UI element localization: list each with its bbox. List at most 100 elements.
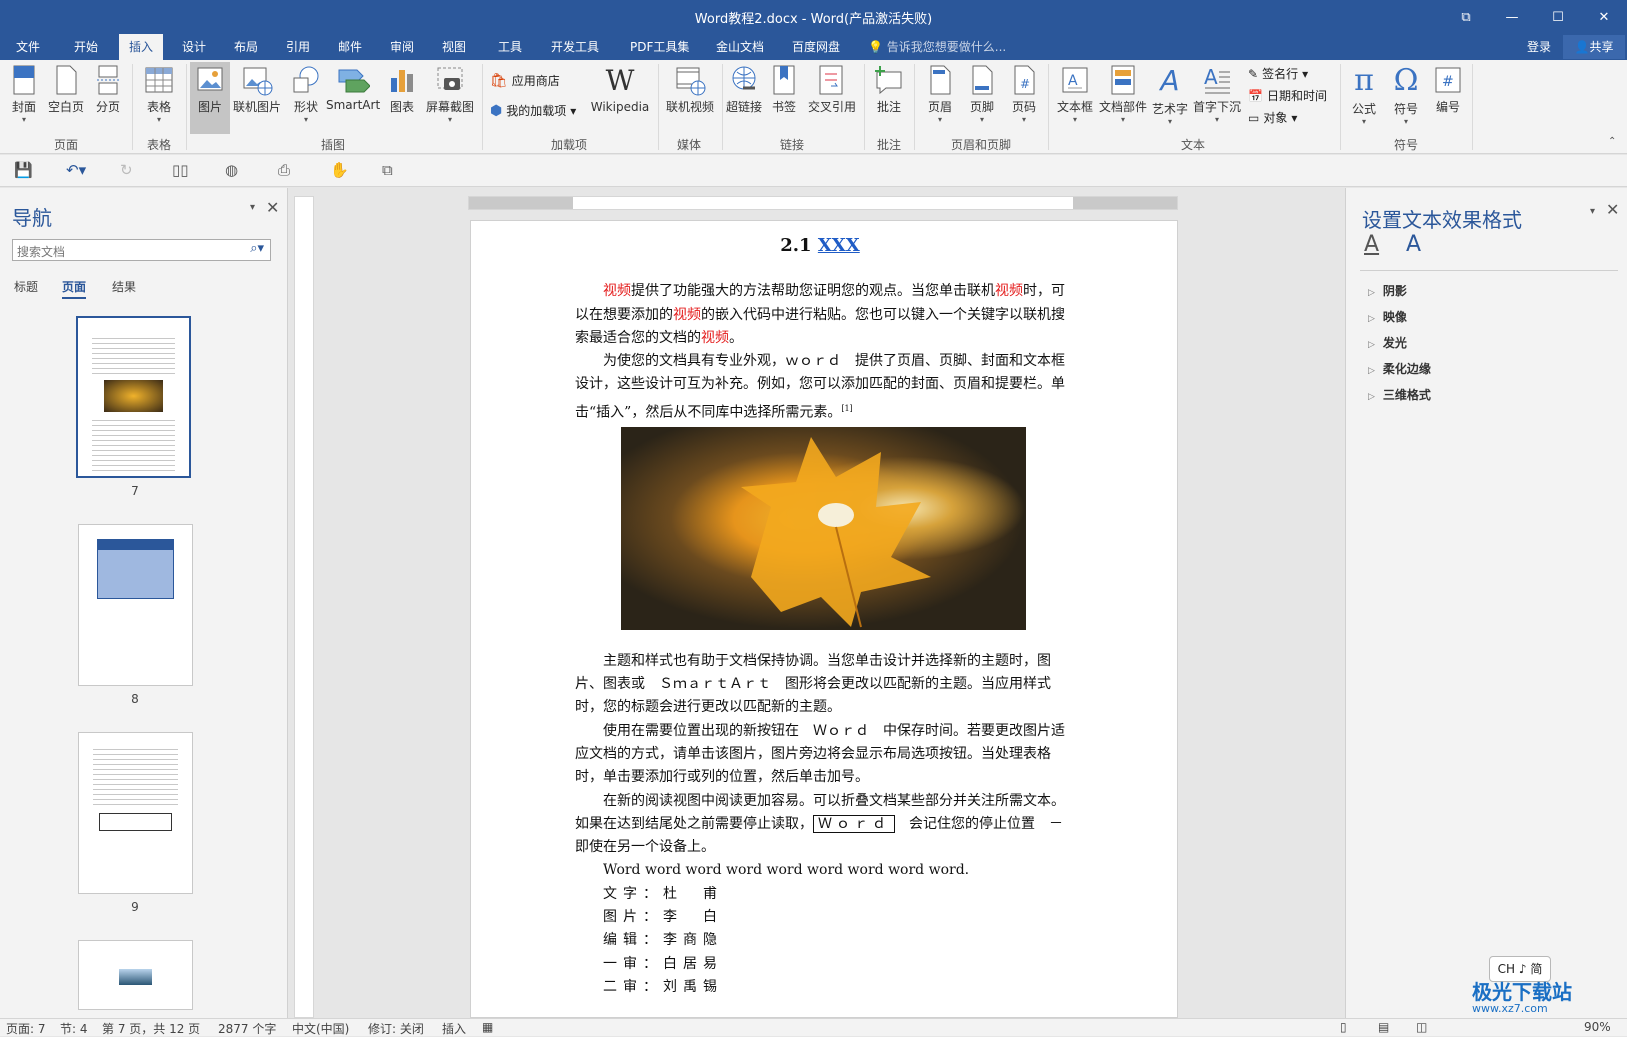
tab-developer[interactable]: 开发工具 (545, 34, 605, 60)
document-body[interactable]: 2.1 XXX 视频提供了功能强大的方法帮助您证明您的观点。当您单击联机视频时，… (575, 230, 1077, 999)
share-button[interactable]: 👤共享 (1563, 35, 1625, 59)
web-layout-view-icon[interactable]: ◫ (1416, 1020, 1427, 1034)
drop-cap-button[interactable]: A 首字下沉 ▾ (1192, 64, 1242, 124)
search-icon[interactable]: ⌕▾ (250, 241, 264, 256)
window-title: Word教程2.docx - Word(产品激活失败) (694, 12, 933, 27)
tab-layout[interactable]: 布局 (228, 34, 264, 60)
comment-button[interactable]: 批注 (872, 64, 906, 115)
page-thumbnail[interactable] (76, 316, 191, 478)
pane-close-icon[interactable]: ✕ (1606, 200, 1619, 219)
object-button[interactable]: ▭ 对象 ▾ (1248, 109, 1297, 126)
shapes-button[interactable]: 形状 ▾ (290, 64, 322, 124)
tab-review[interactable]: 审阅 (384, 34, 420, 60)
heading-link[interactable]: XXX (818, 235, 860, 256)
text-effects-icon[interactable]: A (1406, 232, 1421, 257)
tab-baidu[interactable]: 百度网盘 (786, 34, 846, 60)
tab-kdocs[interactable]: 金山文档 (710, 34, 770, 60)
status-word-count[interactable]: 2877 个字 (218, 1020, 276, 1037)
chart-button[interactable]: 图表 (386, 64, 418, 115)
tab-results[interactable]: 结果 (112, 278, 136, 295)
screenshot-button[interactable]: 屏幕截图 ▾ (424, 64, 476, 124)
read-mode-view-icon[interactable]: ▯ (1340, 1020, 1347, 1034)
status-track-changes[interactable]: 修订: 关闭 (368, 1020, 424, 1037)
close-button[interactable]: ✕ (1581, 0, 1627, 34)
ime-indicator[interactable]: CH ♪ 简 (1489, 956, 1551, 982)
save-icon[interactable]: 💾 (14, 161, 33, 179)
section-3d-format[interactable]: 三维格式 (1368, 386, 1431, 403)
minimize-button[interactable]: — (1489, 0, 1535, 34)
my-addins-button[interactable]: ⬢ 我的加载项 ▾ (490, 102, 576, 119)
section-reflection[interactable]: 映像 (1368, 308, 1407, 325)
text-fill-outline-icon[interactable]: A (1364, 232, 1379, 257)
tab-design[interactable]: 设计 (176, 34, 212, 60)
cover-page-button[interactable]: 封面 ▾ (8, 64, 40, 124)
ribbon-display-options-icon[interactable]: ⧉ (1443, 0, 1489, 34)
signature-line-button[interactable]: ✎ 签名行 ▾ (1248, 65, 1308, 82)
nav-options-icon[interactable]: ▾ (250, 202, 255, 213)
collapse-ribbon-icon[interactable]: ⌃ (1608, 136, 1616, 147)
tell-me-box[interactable]: 💡 告诉我您想要做什么... (868, 34, 1006, 60)
status-mode[interactable]: 插入 (442, 1020, 466, 1037)
page-thumbnail[interactable] (78, 732, 193, 894)
undo-icon[interactable]: ↶▾ (66, 161, 86, 179)
maximize-button[interactable]: ☐ (1535, 0, 1581, 34)
group-label-media: 媒体 (676, 138, 701, 152)
wikipedia-button[interactable]: W Wikipedia (590, 64, 650, 114)
page-thumbnail[interactable] (78, 940, 193, 1010)
sign-in-link[interactable]: 登录 (1527, 34, 1551, 60)
page-thumbnail[interactable] (78, 524, 193, 686)
blank-page-button[interactable]: 空白页 (46, 64, 86, 115)
textbox-button[interactable]: A 文本框 ▾ (1054, 64, 1096, 124)
cross-reference-button[interactable]: 交叉引用 (806, 64, 858, 115)
section-glow[interactable]: 发光 (1368, 334, 1407, 351)
online-pictures-button[interactable]: 联机图片 (232, 64, 282, 115)
tab-insert[interactable]: 插入 (119, 34, 163, 60)
tab-mailings[interactable]: 邮件 (332, 34, 368, 60)
maple-leaf-photo[interactable] (621, 426, 1026, 630)
page-number-button[interactable]: # 页码 ▾ (1008, 64, 1040, 124)
redo-icon[interactable]: ↻ (120, 161, 133, 179)
status-section[interactable]: 节: 4 (60, 1020, 88, 1037)
online-video-button[interactable]: 联机视频 (664, 64, 716, 115)
customize-icon[interactable]: ⧉ (382, 161, 393, 179)
footnote-ref[interactable]: [1] (841, 404, 852, 413)
read-mode-icon[interactable]: ▯▯ (172, 161, 189, 179)
search-input[interactable]: 搜索文档 ⌕▾ (12, 239, 271, 261)
hyperlink-button[interactable]: 超链接 (724, 64, 764, 115)
web-layout-icon[interactable]: ◍ (225, 161, 238, 179)
print-layout-view-icon[interactable]: ▤ (1378, 1020, 1389, 1034)
status-page-of[interactable]: 第 7 页，共 12 页 (102, 1020, 200, 1037)
footer-button[interactable]: 页脚 ▾ (966, 64, 998, 124)
tab-pdf[interactable]: PDF工具集 (624, 34, 695, 60)
nav-close-icon[interactable]: ✕ (266, 198, 279, 217)
print-preview-icon[interactable]: ⎙ (278, 161, 290, 179)
tab-pages[interactable]: 页面 (62, 278, 87, 299)
wordart-button[interactable]: A 艺术字 ▾ (1150, 64, 1190, 126)
pane-options-icon[interactable]: ▾ (1590, 206, 1595, 217)
smartart-button[interactable]: SmartArt (326, 64, 380, 112)
quick-parts-button[interactable]: 文档部件 ▾ (1098, 64, 1148, 124)
macro-icon[interactable]: ▦ (482, 1020, 493, 1034)
section-shadow[interactable]: 阴影 (1368, 282, 1407, 299)
tab-headings[interactable]: 标题 (14, 278, 38, 295)
store-button[interactable]: 🛍 应用商店 (490, 72, 560, 89)
table-button[interactable]: 表格 ▾ (142, 64, 176, 124)
number-button[interactable]: # 编号 (1432, 64, 1464, 115)
status-page[interactable]: 页面: 7 (6, 1020, 46, 1037)
equation-button[interactable]: π 公式 ▾ (1348, 64, 1380, 127)
status-language[interactable]: 中文(中国) (292, 1020, 349, 1037)
tab-view[interactable]: 视图 (436, 34, 472, 60)
header-button[interactable]: 页眉 ▾ (924, 64, 956, 124)
touch-mode-icon[interactable]: ✋ (330, 161, 349, 179)
tab-home[interactable]: 开始 (68, 34, 104, 60)
date-time-button[interactable]: 📅 日期和时间 (1248, 87, 1327, 104)
section-soft-edges[interactable]: 柔化边缘 (1368, 360, 1431, 377)
picture-button[interactable]: 图片 (190, 62, 230, 134)
zoom-level[interactable]: 90% (1584, 1020, 1611, 1034)
tab-tools[interactable]: 工具 (492, 34, 528, 60)
page-break-button[interactable]: 分页 (92, 64, 124, 115)
symbol-button[interactable]: Ω 符号 ▾ (1390, 64, 1422, 127)
tab-references[interactable]: 引用 (280, 34, 316, 60)
tab-file[interactable]: 文件 (10, 34, 46, 60)
bookmark-button[interactable]: 书签 (768, 64, 800, 115)
